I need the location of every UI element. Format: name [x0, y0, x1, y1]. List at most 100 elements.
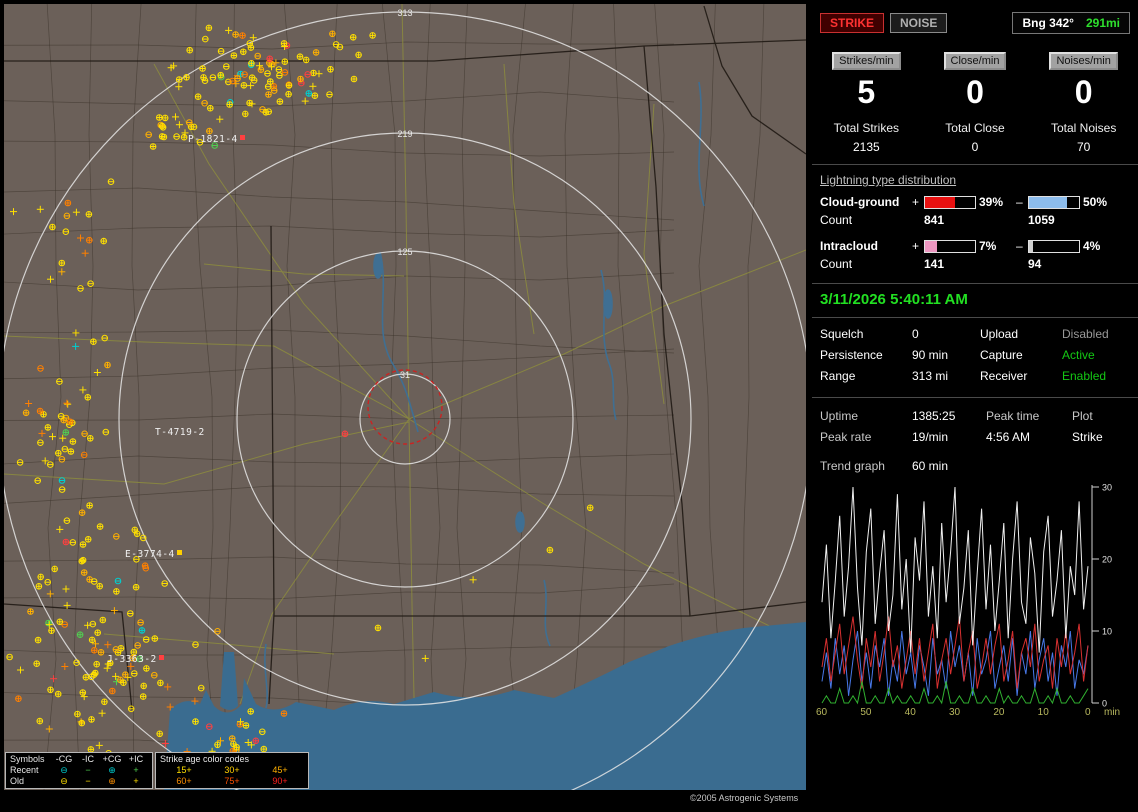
count-label: Count	[820, 257, 853, 271]
strike-symbol	[302, 56, 310, 64]
strike-symbol	[139, 534, 147, 542]
strike-symbol	[230, 52, 238, 59]
strike-symbol	[285, 90, 292, 98]
strike-symbol	[329, 30, 336, 38]
strike-symbol	[44, 424, 52, 431]
strike-symbol	[175, 83, 183, 91]
strike-symbol	[217, 47, 225, 55]
strike-symbol	[309, 82, 317, 90]
strike-symbol	[58, 486, 66, 493]
strike-symbol	[122, 671, 129, 679]
stats-row: Peak rate 19/min 4:56 AM Strike	[812, 427, 1138, 448]
strike-symbol	[63, 212, 71, 220]
strike-symbol	[250, 77, 258, 84]
trend-series-total-strikes	[821, 486, 1089, 653]
strike-symbol	[37, 573, 45, 581]
strike-symbol	[183, 74, 190, 81]
strike-symbol	[80, 693, 88, 701]
strike-symbol	[50, 675, 58, 683]
trend-x-unit: min	[1104, 707, 1121, 718]
strike-symbol	[161, 114, 169, 122]
distribution-title: Lightning type distribution	[820, 173, 957, 187]
trend-x-label: 0	[1085, 707, 1091, 718]
strike-symbol	[586, 504, 594, 512]
strike-symbol	[113, 678, 120, 686]
bearing-distance: 291mi	[1085, 16, 1120, 30]
strike-symbol	[25, 400, 33, 407]
strike-symbol	[216, 115, 224, 123]
strike-symbol	[114, 577, 122, 585]
strike-symbol	[96, 523, 104, 530]
strike-symbol	[315, 70, 323, 78]
strike-symbol	[77, 234, 84, 242]
strike-symbol	[223, 63, 230, 70]
strike-symbol	[74, 710, 81, 718]
strike-symbol	[172, 113, 179, 121]
persistence-label: Persistence	[820, 348, 883, 362]
rivers	[264, 81, 705, 709]
noise-mode-button[interactable]: NOISE	[890, 13, 948, 33]
strike-symbol	[296, 53, 304, 61]
legend-header: +IC	[128, 754, 144, 764]
strike-symbol	[58, 455, 66, 463]
trend-graph: 30 20 10 0 60 50 40 30 20 10 0 min	[816, 481, 1132, 733]
strike-symbol	[56, 618, 64, 626]
range-ring-label: 31	[400, 370, 410, 380]
strike-symbol	[257, 66, 265, 73]
strike-symbol	[247, 708, 254, 715]
receiver-label: Receiver	[980, 369, 1028, 383]
close-per-min-value: 0	[966, 74, 984, 110]
strike-symbol	[80, 451, 88, 459]
legend-header: Symbols	[10, 754, 45, 764]
strike-symbol	[88, 636, 96, 644]
strike-symbol	[266, 78, 274, 85]
total-noises-label: Total Noises	[1050, 121, 1117, 135]
cloud-ground-count-row: Count 841 1059	[812, 211, 1138, 229]
datetime-display: 3/11/2026 5:40:11 AM	[820, 291, 968, 308]
lightning-map[interactable]: 313 219 125 31 P-1821-4 T-4719-2 E-3774-4 J-33…	[4, 4, 806, 790]
storm-track-label: T-4719-2	[155, 427, 205, 438]
uptime-value: 1385:25	[912, 409, 956, 423]
close-per-min-button[interactable]: Close/min	[943, 52, 1007, 70]
strike-symbol	[36, 205, 44, 213]
strike-symbol	[285, 82, 293, 89]
strike-symbol	[264, 70, 271, 77]
strike-symbol	[84, 535, 92, 543]
strike-symbol	[145, 131, 152, 138]
total-noises-value: 70	[1076, 140, 1091, 154]
strike-mode-button[interactable]: STRIKE	[820, 13, 885, 33]
strike-symbol	[87, 434, 94, 442]
strike-symbol	[72, 342, 80, 350]
legend-header: -CG	[55, 754, 73, 764]
strikes-per-min-button[interactable]: Strikes/min	[832, 52, 901, 70]
settings-row: Persistence 90 min Capture Active	[812, 345, 1138, 366]
legend-row-label: Old	[10, 776, 25, 786]
squelch-label: Squelch	[820, 327, 864, 341]
strike-symbol	[58, 259, 66, 267]
strike-symbol	[214, 741, 221, 749]
close-column: Close/min 0 Total Close 0	[921, 52, 1030, 154]
strike-symbol	[301, 97, 309, 105]
strike-symbol	[151, 671, 158, 679]
strike-symbol	[62, 429, 70, 436]
strike-symbol	[546, 546, 554, 554]
noises-per-min-button[interactable]: Noises/min	[1049, 52, 1118, 70]
cg-negative-bar	[1028, 195, 1080, 209]
strike-symbol	[240, 48, 247, 56]
strike-symbol	[265, 91, 272, 98]
strike-symbol	[63, 399, 71, 407]
storm-track-label: P-1821-4	[188, 134, 238, 145]
legend-symbol: ⊖	[60, 776, 68, 786]
strike-symbol	[16, 459, 24, 466]
strike-symbol	[217, 71, 224, 79]
upload-label: Upload	[980, 327, 1019, 341]
storm-track-label: E-3774-4	[125, 549, 175, 560]
strike-symbol	[280, 40, 288, 47]
plot-value: Strike	[1072, 430, 1103, 444]
copyright-text: ©2005 Astrogenic Systems	[690, 793, 799, 803]
trend-y-label: 10	[1102, 627, 1112, 637]
strike-symbol	[202, 35, 209, 43]
strike-symbol	[200, 74, 207, 81]
strike-symbol	[46, 590, 54, 598]
strike-symbol	[131, 670, 138, 677]
